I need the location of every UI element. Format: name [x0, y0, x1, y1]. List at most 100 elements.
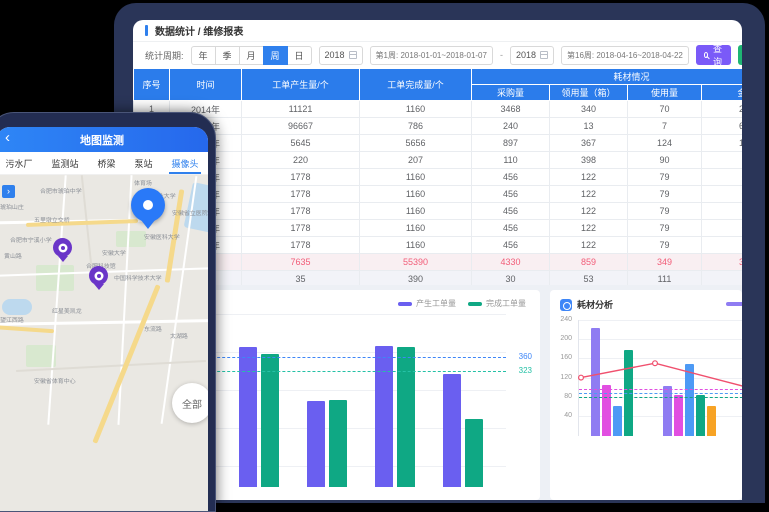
period-option-季[interactable]: 季 [215, 46, 240, 65]
table-cell: 5656 [360, 135, 472, 152]
table-cell: 207 [360, 152, 472, 169]
map-label: 安徽医科大学 [144, 233, 180, 242]
chart-legend: 产生工单量 完成工单量 [398, 298, 526, 309]
period-option-日[interactable]: 日 [287, 46, 312, 65]
tab-污水厂[interactable]: 污水厂 [3, 152, 34, 174]
tab-监测站[interactable]: 监测站 [49, 152, 80, 174]
bar[interactable] [307, 401, 325, 487]
table-row[interactable]: 52018年177811604561227967 [134, 169, 743, 186]
table-cell: 859 [550, 254, 628, 271]
table-cell: 7 [628, 118, 702, 135]
page-title: 地图监测 [80, 132, 124, 148]
consumable-bar-line-chart[interactable] [578, 320, 742, 436]
legend-swatch [468, 302, 482, 306]
tab-泵站[interactable]: 泵站 [132, 152, 154, 174]
export-excel-button[interactable]: 导出Excel [738, 45, 742, 65]
week-range-end[interactable]: 第16周: 2018-04-16~2018-04-22 [561, 46, 689, 65]
reference-label: 360 [519, 352, 532, 361]
table-cell: 1160 [360, 220, 472, 237]
camera-marker[interactable] [89, 266, 108, 285]
analysis-icon [560, 299, 572, 311]
map-label: 中国科学技术大学 [114, 274, 162, 283]
query-button[interactable]: 查询 [696, 45, 731, 65]
total-row: 合计7635553904330859349332 [134, 254, 743, 271]
table-cell: 7635 [242, 254, 360, 271]
camera-marker[interactable] [53, 238, 72, 257]
table-cell: 79 [628, 237, 702, 254]
table-cell: 1160 [360, 186, 472, 203]
period-segment[interactable]: 年季月周日 [191, 46, 312, 65]
group-column-header: 耗材情况 [472, 69, 743, 85]
period-option-周[interactable]: 周 [263, 46, 288, 65]
y-tick-label: 160 [554, 354, 572, 361]
map-label: 红星美凯龙 [52, 307, 82, 316]
tab-摄像头[interactable]: 摄像头 [169, 152, 200, 174]
map-label: 安徽省体育中心 [34, 377, 76, 386]
table-cell: 5645 [242, 135, 360, 152]
legend-item[interactable]: 产生工单量 [398, 298, 456, 309]
table-cell: 1778 [242, 203, 360, 220]
consumable-chart-header: 耗材分析 [560, 298, 613, 311]
period-option-年[interactable]: 年 [191, 46, 216, 65]
table-cell: 19 [702, 152, 743, 169]
map-canvas[interactable]: › 全部 合肥市琥珀中学体育场安徽农业大学五里墩立交桥合肥市宁溪小学安徽医科大学… [0, 175, 208, 511]
legend-label: 完成工单量 [486, 298, 526, 309]
consumable-chart-card: 耗材分析 2402001601208040 [550, 290, 742, 500]
table-row[interactable]: 22015年96667786240137690 [134, 118, 743, 135]
bar[interactable] [329, 400, 347, 487]
map-label: 体育场 [134, 179, 152, 188]
show-all-button[interactable]: 全部 [172, 383, 208, 423]
column-header: 工单产生量/个 [242, 69, 360, 101]
table-row[interactable]: 12014年111211160346834070250 [134, 101, 743, 118]
report-table: 序号时间工单产生量/个工单完成量/个耗材情况采购量领用量（箱）使用量金额1201… [133, 68, 742, 288]
table-cell: 332 [702, 254, 743, 271]
table-cell: 79 [628, 220, 702, 237]
table-cell: 122 [550, 186, 628, 203]
table-cell: 124 [628, 135, 702, 152]
expand-panel-button[interactable]: › [2, 185, 15, 198]
back-icon[interactable]: ‹ [5, 130, 10, 145]
period-option-月[interactable]: 月 [239, 46, 264, 65]
table-cell: 690 [702, 118, 743, 135]
table-cell: 67 [702, 203, 743, 220]
selected-pin-marker[interactable] [131, 188, 165, 222]
table-cell: 129 [702, 135, 743, 152]
map-label: 琥珀山庄 [0, 203, 24, 212]
legend-swatch [398, 302, 412, 306]
bar[interactable] [239, 347, 257, 487]
map-label: 合肥市琥珀中学 [40, 187, 82, 196]
table-cell: 1160 [360, 169, 472, 186]
table-row[interactable]: 42017年2202071103989019 [134, 152, 743, 169]
period-label: 统计周期: [145, 49, 184, 62]
bar[interactable] [397, 347, 415, 487]
filter-bar: 统计周期: 年季月周日 2018 第1周: 2018-01-01~2018-01… [133, 42, 742, 68]
table-row[interactable]: 62019年177811604561227967 [134, 186, 743, 203]
tab-桥梁[interactable]: 桥梁 [95, 152, 117, 174]
bar[interactable] [261, 354, 279, 487]
table-row[interactable]: 92022年177811604561227967 [134, 237, 743, 254]
table-cell: 3468 [472, 101, 550, 118]
chart-legend-clipped [726, 302, 742, 306]
table-cell: 67 [702, 237, 743, 254]
table-cell: 11121 [242, 101, 360, 118]
table-row[interactable]: 82021年177811604561227967 [134, 220, 743, 237]
map-label: 安徽大学 [102, 249, 126, 258]
table-cell: 70 [628, 101, 702, 118]
sub-column-header: 使用量 [628, 85, 702, 101]
map-monitor-header: ‹ 地图监测 [0, 127, 208, 152]
bar[interactable] [443, 374, 461, 487]
breadcrumb-accent [145, 25, 148, 36]
pond [2, 299, 32, 315]
column-header: 工单完成量/个 [360, 69, 472, 101]
bar[interactable] [375, 346, 393, 487]
table-row[interactable]: 72020年177811604561227967 [134, 203, 743, 220]
table-cell: 456 [472, 186, 550, 203]
week-range-start[interactable]: 第1周: 2018-01-01~2018-01-07 [370, 46, 493, 65]
year-select-end[interactable]: 2018 [510, 46, 554, 65]
range-separator: - [500, 50, 503, 60]
year-select-start[interactable]: 2018 [319, 46, 363, 65]
legend-item[interactable]: 完成工单量 [468, 298, 526, 309]
bar[interactable] [465, 419, 483, 487]
table-row[interactable]: 32016年56455656897367124129 [134, 135, 743, 152]
park-area [116, 231, 146, 247]
